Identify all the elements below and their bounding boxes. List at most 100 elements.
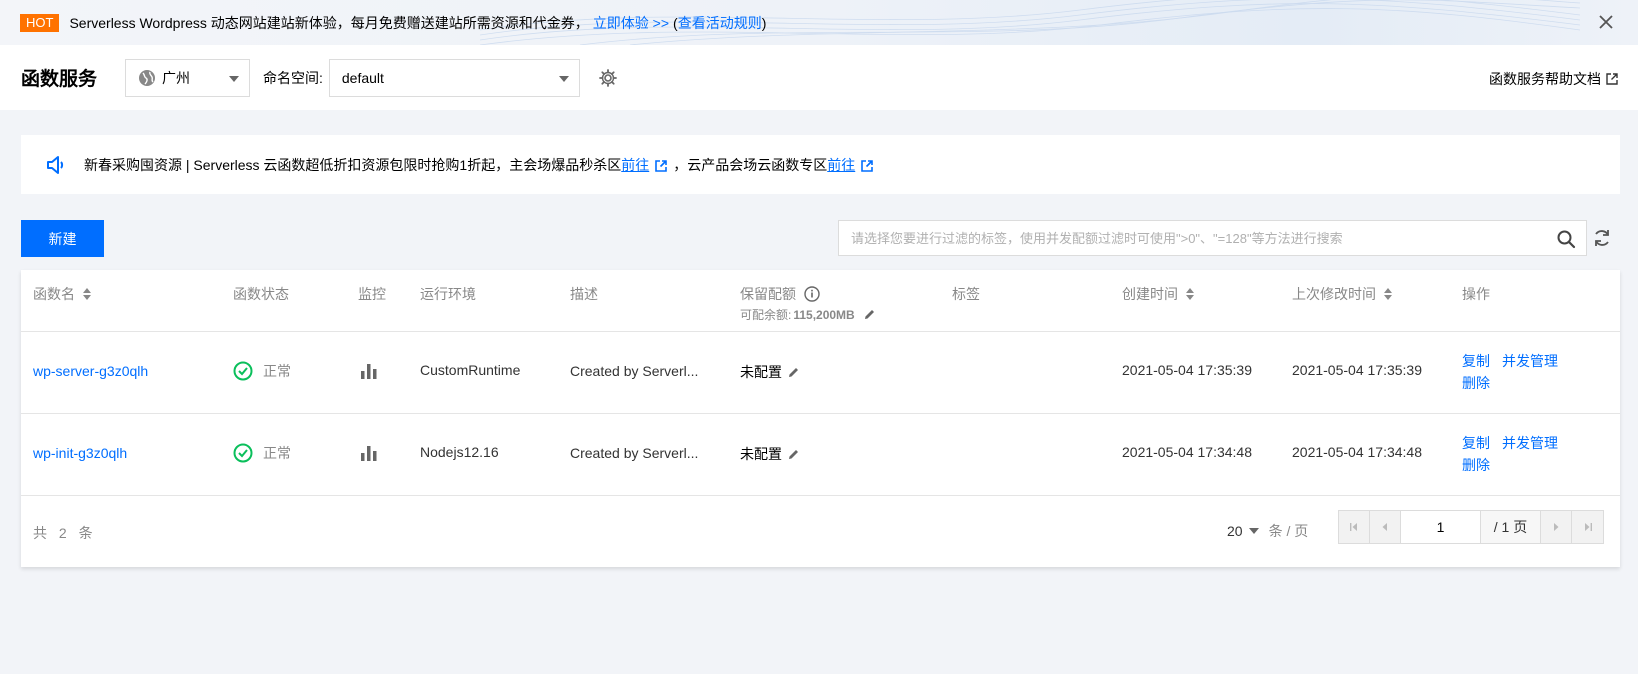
- region-select[interactable]: 广州: [125, 58, 250, 97]
- reserved-quota-label: 可配余额:: [740, 308, 792, 322]
- table-row: wp-server-g3z0qlh 正常 CustomRuntime Creat…: [21, 332, 1620, 414]
- column-header-tags: 标签: [952, 284, 980, 304]
- concurrency-link[interactable]: 并发管理: [1502, 353, 1558, 369]
- page-header: 函数服务 广州 命名空间: default 函数服务帮助文档: [0, 45, 1638, 110]
- modified-time-cell: 2021-05-04 17:35:39: [1292, 362, 1422, 378]
- status-cell: 正常: [233, 361, 291, 381]
- close-icon[interactable]: [1594, 10, 1618, 34]
- column-header-reserved: 保留配额: [740, 284, 820, 304]
- notice-link-2[interactable]: 前往: [827, 157, 855, 173]
- chevron-down-icon: [1248, 528, 1259, 534]
- column-label: 创建时间: [1122, 286, 1178, 302]
- sort-icon[interactable]: [83, 288, 91, 300]
- total-pages: / 1 页: [1481, 511, 1541, 543]
- prev-page-button[interactable]: [1370, 511, 1401, 543]
- column-label: 保留配额: [740, 286, 796, 302]
- column-header-monitor: 监控: [358, 284, 386, 304]
- column-header-created[interactable]: 创建时间: [1122, 284, 1194, 304]
- runtime-cell: Nodejs12.16: [420, 444, 499, 460]
- check-circle-icon: [233, 443, 253, 463]
- help-doc-link[interactable]: 函数服务帮助文档: [1489, 69, 1618, 89]
- column-label: 上次修改时间: [1292, 286, 1376, 302]
- table-header: 函数名 函数状态 监控 运行环境 描述 保留配额 可配余额: 115,200MB…: [21, 270, 1620, 332]
- column-label: 描述: [570, 286, 598, 302]
- reserved-quota-text: 未配置: [740, 446, 782, 462]
- status-cell: 正常: [233, 443, 291, 463]
- status-text: 正常: [263, 445, 291, 461]
- banner-paren-close: ): [761, 14, 767, 31]
- first-page-button[interactable]: [1339, 511, 1370, 543]
- external-link-icon[interactable]: [655, 159, 668, 172]
- copy-link[interactable]: 复制: [1462, 353, 1490, 369]
- region-label: 广州: [162, 69, 190, 86]
- table-row: wp-init-g3z0qlh 正常 Nodejs12.16 Created b…: [21, 414, 1620, 496]
- search-input[interactable]: [851, 230, 1541, 246]
- external-link-icon: [1606, 73, 1618, 85]
- column-header-description: 描述: [570, 284, 598, 304]
- delete-link[interactable]: 删除: [1462, 375, 1490, 391]
- hot-badge: HOT: [20, 13, 60, 32]
- functions-table: 函数名 函数状态 监控 运行环境 描述 保留配额 可配余额: 115,200MB…: [21, 270, 1620, 567]
- operations-cell: 复制 并发管理 删除: [1462, 432, 1570, 476]
- function-name-link[interactable]: wp-init-g3z0qlh: [33, 445, 127, 461]
- namespace-select[interactable]: default: [328, 58, 580, 97]
- notice-text-1: 新春采购囤资源 | Serverless 云函数超低折扣资源包限时抢购1折起，主…: [84, 156, 622, 173]
- info-icon[interactable]: [804, 286, 820, 302]
- reserved-quota-text: 未配置: [740, 364, 782, 380]
- notice-text-2: ，云产品会场云函数专区: [673, 156, 828, 173]
- pencil-icon[interactable]: [787, 448, 800, 461]
- namespace-label: 命名空间:: [263, 69, 323, 86]
- namespace-value: default: [341, 69, 384, 86]
- page-size-unit: 条 / 页: [1268, 523, 1309, 539]
- column-header-operations: 操作: [1462, 284, 1490, 304]
- page-number-input[interactable]: [1401, 511, 1481, 543]
- column-label: 监控: [358, 286, 386, 302]
- monitor-chart-icon[interactable]: [360, 362, 378, 380]
- description-cell: Created by Serverl...: [570, 363, 699, 379]
- reserved-quota-cell: 未配置: [740, 362, 800, 382]
- column-label: 函数名: [33, 286, 75, 302]
- delete-link[interactable]: 删除: [1462, 457, 1490, 473]
- table-footer: 共 2 条 20 条 / 页 / 1 页: [21, 497, 1620, 567]
- status-text: 正常: [263, 363, 291, 379]
- runtime-cell: CustomRuntime: [420, 362, 521, 378]
- page-size-select[interactable]: 20 条 / 页: [1227, 521, 1308, 541]
- sort-icon[interactable]: [1384, 288, 1392, 300]
- notice-link-1[interactable]: 前往: [621, 157, 649, 173]
- chevron-down-icon: [558, 75, 569, 82]
- pencil-icon[interactable]: [787, 366, 800, 379]
- next-page-button[interactable]: [1541, 511, 1572, 543]
- hot-banner: HOT Serverless Wordpress 动态网站建站新体验，每月免费赠…: [0, 0, 1638, 45]
- column-header-modified[interactable]: 上次修改时间: [1292, 284, 1392, 304]
- concurrency-link[interactable]: 并发管理: [1502, 435, 1558, 451]
- search-icon[interactable]: [1556, 229, 1576, 249]
- reserved-quota-sub: 可配余额: 115,200MB: [740, 306, 876, 323]
- refresh-icon[interactable]: [1592, 228, 1612, 248]
- total-count: 共 2 条: [33, 525, 97, 541]
- column-header-status: 函数状态: [233, 284, 289, 304]
- pencil-icon[interactable]: [863, 308, 876, 321]
- notice-text-block: 新春采购囤资源 | Serverless 云函数超低折扣资源包限时抢购1折起，主…: [84, 155, 879, 175]
- last-page-icon: [1584, 523, 1592, 531]
- column-label: 操作: [1462, 286, 1490, 302]
- last-page-button[interactable]: [1572, 511, 1603, 543]
- search-box: [838, 220, 1587, 256]
- speaker-icon: [47, 155, 64, 174]
- chevron-right-icon: [1554, 523, 1559, 531]
- column-header-name[interactable]: 函数名: [33, 284, 91, 304]
- pagination: / 1 页: [1338, 510, 1604, 544]
- banner-rules-link[interactable]: 查看活动规则: [678, 13, 762, 33]
- sort-icon[interactable]: [1186, 288, 1194, 300]
- first-page-icon: [1350, 523, 1357, 531]
- copy-link[interactable]: 复制: [1462, 435, 1490, 451]
- banner-try-now-link[interactable]: 立即体验 >>: [593, 13, 669, 33]
- external-link-icon[interactable]: [861, 159, 874, 172]
- function-name-link[interactable]: wp-server-g3z0qlh: [33, 363, 148, 379]
- monitor-chart-icon[interactable]: [360, 444, 378, 462]
- operations-cell: 复制 并发管理 删除: [1462, 350, 1570, 394]
- new-function-button[interactable]: 新建: [21, 220, 104, 257]
- reserved-quota-cell: 未配置: [740, 444, 800, 464]
- chevron-down-icon: [229, 75, 239, 82]
- gear-icon[interactable]: [598, 68, 618, 88]
- created-time-cell: 2021-05-04 17:35:39: [1122, 362, 1252, 378]
